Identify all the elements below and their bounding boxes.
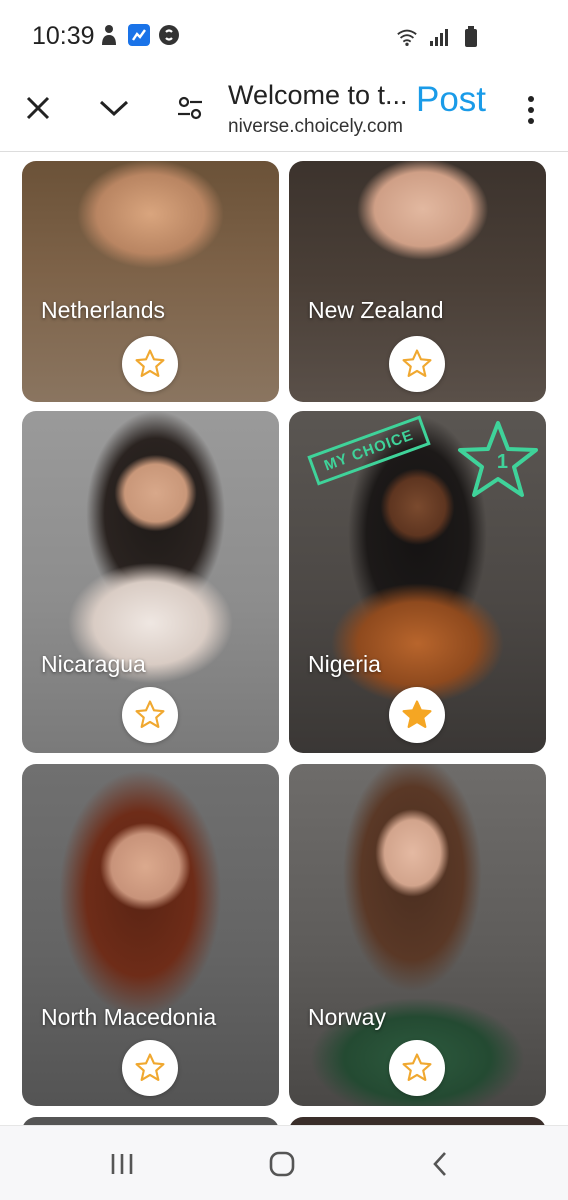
page-url[interactable]: niverse.choicely.com bbox=[228, 116, 403, 138]
star-outline-icon bbox=[135, 700, 165, 728]
page-title: Welcome to t... bbox=[228, 80, 408, 110]
status-time: 10:39 bbox=[32, 22, 95, 50]
status-bar: 10:39 bbox=[0, 0, 568, 70]
close-button[interactable] bbox=[18, 88, 58, 128]
battery-icon bbox=[460, 26, 482, 48]
person-icon bbox=[98, 24, 120, 46]
contestant-card[interactable]: Netherlands bbox=[22, 161, 279, 402]
close-icon bbox=[26, 96, 50, 120]
star-filled-icon bbox=[402, 700, 432, 728]
signal-icon bbox=[428, 26, 450, 48]
star-outline-icon bbox=[402, 349, 432, 377]
back-icon bbox=[433, 1152, 446, 1176]
recent-apps-icon bbox=[111, 1154, 133, 1174]
more-icon-dot bbox=[528, 118, 534, 124]
favorite-button[interactable] bbox=[389, 1040, 445, 1096]
star-outline-icon bbox=[135, 1053, 165, 1081]
favorite-button[interactable] bbox=[389, 687, 445, 743]
more-icon-dot bbox=[528, 96, 534, 102]
contestant-name: New Zealand bbox=[308, 297, 444, 323]
system-nav-bar bbox=[0, 1125, 568, 1200]
favorite-button[interactable] bbox=[122, 336, 178, 392]
back-button[interactable] bbox=[420, 1146, 460, 1182]
contestant-card[interactable]: New Zealand bbox=[289, 161, 546, 402]
rank-number: 1 bbox=[496, 451, 508, 473]
fitness-app-icon bbox=[128, 24, 150, 46]
notification-icons bbox=[98, 24, 180, 46]
home-button[interactable] bbox=[262, 1146, 302, 1182]
sliders-icon bbox=[178, 96, 202, 120]
home-icon bbox=[269, 1151, 295, 1177]
recent-apps-button[interactable] bbox=[102, 1146, 142, 1182]
contestant-card[interactable] bbox=[289, 1117, 546, 1125]
shazam-icon bbox=[158, 24, 180, 46]
contestant-name: Nigeria bbox=[308, 651, 381, 677]
favorite-button[interactable] bbox=[122, 687, 178, 743]
contestant-card[interactable] bbox=[22, 1117, 279, 1125]
favorite-button[interactable] bbox=[122, 1040, 178, 1096]
wifi-icon bbox=[396, 26, 418, 48]
contestant-grid: Netherlands New Zealand Nicaragua MY CHO… bbox=[0, 153, 568, 1125]
chevron-down-icon bbox=[99, 100, 129, 117]
collapse-button[interactable] bbox=[94, 88, 134, 128]
more-icon-dot bbox=[528, 107, 534, 113]
favorite-button[interactable] bbox=[389, 336, 445, 392]
star-outline-icon bbox=[135, 349, 165, 377]
contestant-card[interactable]: MY CHOICE 1 Nigeria bbox=[289, 411, 546, 753]
contestant-card[interactable]: North Macedonia bbox=[22, 764, 279, 1106]
contestant-card[interactable]: Nicaragua bbox=[22, 411, 279, 753]
contestant-name: Norway bbox=[308, 1004, 386, 1030]
star-outline-icon bbox=[402, 1053, 432, 1081]
page-settings-button[interactable] bbox=[170, 88, 210, 128]
system-icons bbox=[396, 26, 482, 48]
browser-toolbar: Welcome to t... niverse.choicely.com Pos… bbox=[0, 70, 568, 152]
post-button[interactable]: Post bbox=[416, 80, 486, 120]
contestant-name: Netherlands bbox=[41, 297, 166, 323]
more-options-button[interactable] bbox=[516, 90, 546, 130]
contestant-name: Nicaragua bbox=[41, 651, 146, 677]
contestant-card[interactable]: Norway bbox=[289, 764, 546, 1106]
contestant-name: North Macedonia bbox=[41, 1004, 217, 1030]
